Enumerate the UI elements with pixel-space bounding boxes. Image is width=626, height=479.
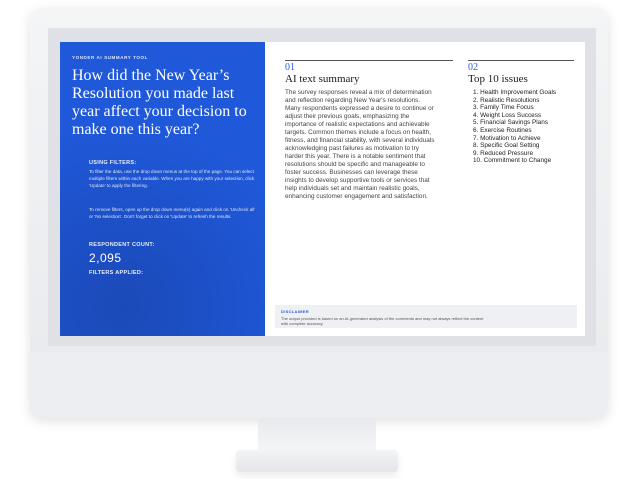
issues-divider <box>468 60 574 61</box>
disclaimer-title: DISCLAIMER <box>281 309 309 314</box>
filters-applied-label: FILTERS APPLIED: <box>89 270 144 276</box>
list-item: 4. Weight Loss Success <box>473 111 542 119</box>
list-item: 10. Commitment to Change <box>473 157 552 165</box>
list-item: 5. Financial Savings Plans <box>473 119 548 127</box>
issues-number: 02 <box>468 62 478 73</box>
survey-question: How did the New Year’s Resolution you ma… <box>72 67 247 138</box>
summary-text: The survey responses reveal a mix of det… <box>285 89 435 200</box>
monitor-stand-base <box>236 450 398 472</box>
respondent-count-label: RESPONDENT COUNT: <box>89 242 155 248</box>
respondent-count: 2,095 <box>89 251 122 265</box>
list-item: 8. Specific Goal Setting <box>473 142 540 150</box>
monitor-screen: YONDER AI SUMMARY TOOL How did the New Y… <box>48 28 596 346</box>
list-item: 3. Family Time Focus <box>473 104 534 112</box>
remove-filters-text: To remove filters, open up the drop down… <box>89 207 256 219</box>
disclaimer-box: DISCLAIMER The output provided is based … <box>275 305 577 328</box>
question-panel: YONDER AI SUMMARY TOOL How did the New Y… <box>60 42 265 336</box>
summary-number: 01 <box>285 62 295 73</box>
summary-divider <box>285 60 453 61</box>
results-panel: 01 AI text summary The survey responses … <box>265 42 585 336</box>
list-item: 9. Reduced Pressure <box>473 149 534 157</box>
list-item: 7. Motivation to Achieve <box>473 134 541 142</box>
issues-title: Top 10 issues <box>468 73 528 85</box>
using-filters-label: USING FILTERS: <box>89 160 137 166</box>
list-item: 6. Exercise Routines <box>473 126 532 134</box>
monitor-chin <box>30 352 608 418</box>
disclaimer-text: The output provided is based on an AI-ge… <box>281 316 484 326</box>
list-item: 2. Realistic Resolutions <box>473 96 540 104</box>
tool-name: YONDER AI SUMMARY TOOL <box>72 55 148 60</box>
summary-title: AI text summary <box>285 73 360 85</box>
list-item: 1. Health Improvement Goals <box>473 89 557 96</box>
issues-list: 1. Health Improvement Goals 2. Realistic… <box>473 89 556 165</box>
monitor-stand-neck <box>258 418 376 452</box>
using-filters-text: To filter the data, use the drop down me… <box>89 169 255 188</box>
